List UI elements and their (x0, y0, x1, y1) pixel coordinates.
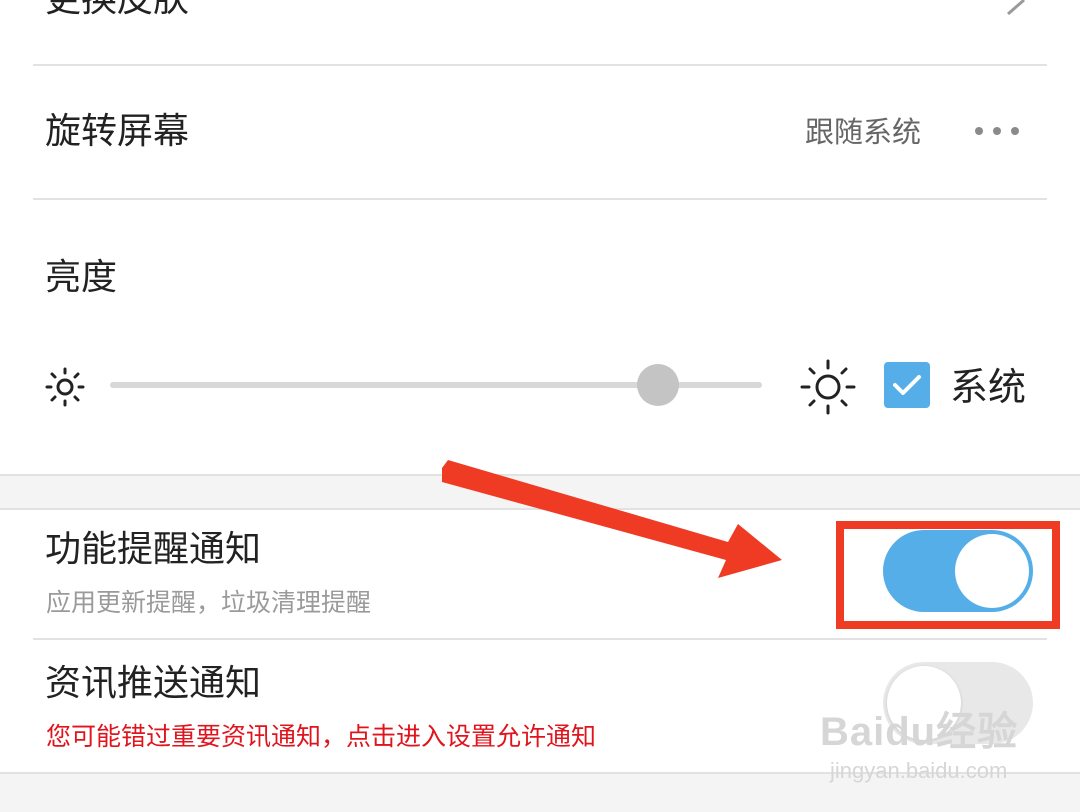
more-options-icon[interactable] (975, 127, 1019, 135)
watermark-brand: Baidu经验 (820, 710, 1019, 754)
brightness-slider-thumb[interactable] (636, 364, 679, 406)
brightness-label: 亮度 (45, 257, 118, 298)
checkmark-icon (893, 375, 921, 395)
divider (33, 198, 1047, 200)
skin-label[interactable]: 更换皮肤 (45, 0, 189, 18)
news-notify-warning[interactable]: 您可能错过重要资讯通知，点击进入设置允许通知 (46, 724, 596, 749)
watermark-url: jingyan.baidu.com (830, 758, 1008, 783)
news-notify-label: 资讯推送通知 (45, 663, 262, 704)
annotation-highlight-box (836, 521, 1060, 629)
watermark: Baidu经验 jingyan.baidu.com (820, 712, 1018, 782)
system-brightness-checkbox[interactable] (884, 362, 930, 408)
chevron-right-icon[interactable] (1004, 0, 1032, 16)
annotation-arrow-icon (442, 460, 782, 578)
rotate-screen-label[interactable]: 旋转屏幕 (45, 114, 189, 150)
brightness-high-icon (800, 359, 856, 415)
system-brightness-label[interactable]: 系统 (950, 368, 1026, 406)
rotate-screen-value[interactable]: 跟随系统 (805, 118, 921, 147)
divider (33, 64, 1047, 66)
feature-notify-description: 应用更新提醒，垃圾清理提醒 (46, 588, 372, 617)
brightness-low-icon (45, 367, 85, 407)
feature-notify-label: 功能提醒通知 (45, 529, 262, 570)
divider (33, 638, 1047, 640)
